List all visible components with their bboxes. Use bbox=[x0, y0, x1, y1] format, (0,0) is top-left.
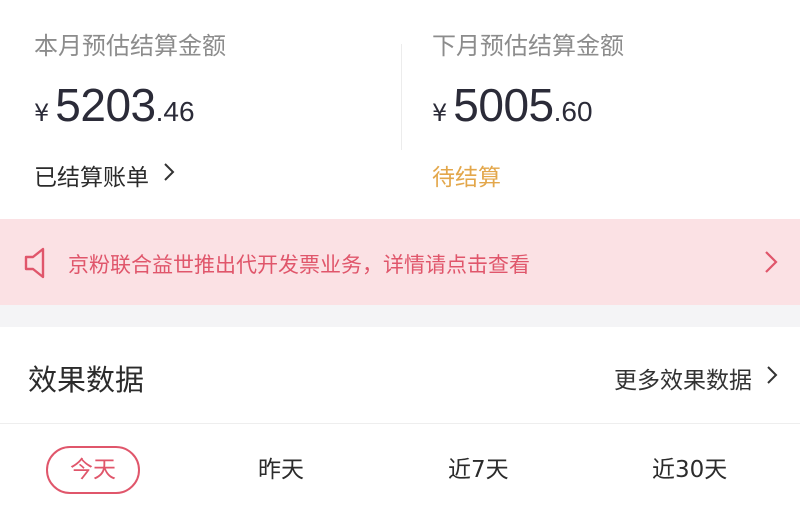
chevron-right-icon bbox=[766, 365, 778, 391]
performance-title: 效果数据 bbox=[28, 363, 145, 397]
speaker-icon bbox=[22, 246, 58, 280]
tab-last-30-days[interactable]: 近30天 bbox=[652, 446, 727, 494]
more-performance-label: 更多效果数据 bbox=[614, 368, 752, 394]
more-performance-link[interactable]: 更多效果数据 bbox=[614, 361, 778, 395]
chevron-right-icon bbox=[163, 162, 175, 188]
tab-today[interactable]: 今天 bbox=[46, 446, 140, 494]
pending-status: 待结算 bbox=[432, 158, 501, 192]
column-divider bbox=[401, 44, 402, 150]
settlement-summary: 本月预估结算金额 ¥5203.46 已结算账单 下月预估结算金额 ¥5005.6… bbox=[0, 0, 800, 218]
settled-bills-link[interactable]: 已结算账单 bbox=[34, 158, 175, 192]
amount-decimal: .46 bbox=[155, 96, 195, 127]
this-month-label: 本月预估结算金额 bbox=[34, 32, 226, 60]
amount-decimal: .60 bbox=[553, 96, 593, 127]
section-gap bbox=[0, 305, 800, 327]
chevron-right-icon bbox=[764, 250, 778, 278]
date-range-tabs: 今天 昨天 近7天 近30天 bbox=[0, 424, 800, 518]
currency-symbol: ¥ bbox=[34, 99, 50, 127]
this-month-amount: ¥5203.46 bbox=[34, 78, 195, 132]
performance-header: 效果数据 更多效果数据 bbox=[0, 327, 800, 424]
next-month-column: 下月预估结算金额 ¥5005.60 待结算 bbox=[432, 0, 792, 218]
notice-text: 京粉联合益世推出代开发票业务，详情请点击查看 bbox=[68, 253, 530, 277]
tab-last-7-days[interactable]: 近7天 bbox=[448, 446, 509, 494]
currency-symbol: ¥ bbox=[432, 99, 448, 127]
invoice-notice-banner[interactable]: 京粉联合益世推出代开发票业务，详情请点击查看 bbox=[0, 219, 800, 305]
tab-yesterday[interactable]: 昨天 bbox=[258, 446, 304, 494]
this-month-column: 本月预估结算金额 ¥5203.46 已结算账单 bbox=[34, 0, 394, 218]
amount-integer: 5005 bbox=[453, 79, 554, 131]
settled-bills-label: 已结算账单 bbox=[34, 165, 149, 191]
next-month-label: 下月预估结算金额 bbox=[432, 32, 624, 60]
pending-status-label: 待结算 bbox=[432, 165, 501, 191]
amount-integer: 5203 bbox=[55, 79, 156, 131]
next-month-amount: ¥5005.60 bbox=[432, 78, 593, 132]
